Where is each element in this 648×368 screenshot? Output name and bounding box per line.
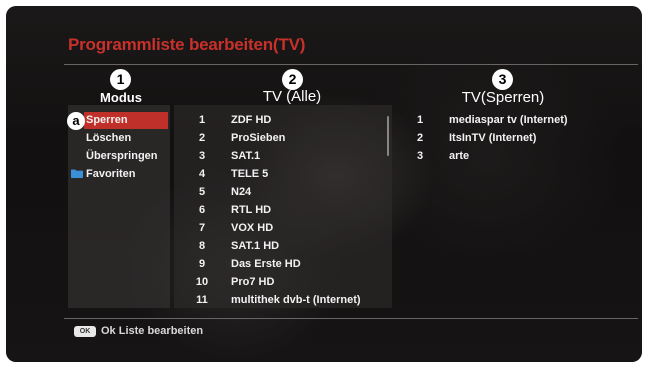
footer-divider (64, 318, 638, 319)
callout-2-marker: 2 (282, 69, 303, 90)
channel-name[interactable]: SAT.1 HD (231, 238, 279, 254)
tv-screen: Programmliste bearbeiten(TV) 1 Modus a S… (6, 6, 642, 362)
channel-name[interactable]: ProSieben (231, 130, 285, 146)
locked-channels-heading: TV(Sperren) (461, 89, 545, 106)
page-title: Programmliste bearbeiten(TV) (68, 35, 306, 54)
all-channels-scrollbar[interactable] (387, 116, 389, 156)
channel-number: 4 (198, 168, 206, 180)
callout-3-marker: 3 (492, 69, 513, 90)
channel-name[interactable]: multithek dvb-t (Internet) (231, 292, 361, 308)
channel-name[interactable]: SAT.1 (231, 148, 260, 164)
channel-name[interactable]: N24 (231, 184, 251, 200)
modus-item-loeschen[interactable]: Löschen (86, 130, 131, 146)
channel-name[interactable]: ZDF HD (231, 112, 271, 128)
channel-name[interactable]: VOX HD (231, 220, 273, 236)
locked-channel-number: 2 (416, 132, 424, 144)
channel-number: 6 (198, 204, 206, 216)
channel-number: 5 (198, 186, 206, 198)
channel-number: 3 (198, 150, 206, 162)
channel-number: 2 (198, 132, 206, 144)
modus-item-ueberspringen[interactable]: Überspringen (86, 148, 158, 164)
channel-name[interactable]: RTL HD (231, 202, 271, 218)
channel-number: 8 (198, 240, 206, 252)
modus-heading: Modus (100, 90, 142, 105)
channel-number: 7 (198, 222, 206, 234)
ok-edit-list-hint: Ok Liste bearbeiten (101, 325, 204, 337)
callout-a-marker: a (67, 112, 85, 130)
channel-number: 1 (198, 114, 206, 126)
modus-item-sperren[interactable]: Sperren (86, 112, 128, 128)
channel-number: 9 (198, 258, 206, 270)
channel-name[interactable]: Pro7 HD (231, 274, 274, 290)
channel-name[interactable]: Das Erste HD (231, 256, 301, 272)
channel-name[interactable]: TELE 5 (231, 166, 268, 182)
locked-channel-number: 3 (416, 150, 424, 162)
locked-channel-name[interactable]: mediaspar tv (Internet) (449, 112, 568, 128)
modus-item-favoriten[interactable]: Favoriten (86, 166, 136, 182)
all-channels-heading: TV (Alle) (262, 88, 322, 105)
ok-key-icon: OK (74, 326, 96, 337)
locked-channel-name[interactable]: arte (449, 148, 469, 164)
locked-channel-name[interactable]: ItsInTV (Internet) (449, 130, 536, 146)
channel-number: 11 (196, 294, 208, 306)
title-divider (64, 64, 638, 65)
channel-number: 10 (195, 276, 209, 288)
locked-channel-number: 1 (416, 114, 424, 126)
callout-1-marker: 1 (110, 69, 131, 90)
folder-icon (71, 169, 83, 178)
